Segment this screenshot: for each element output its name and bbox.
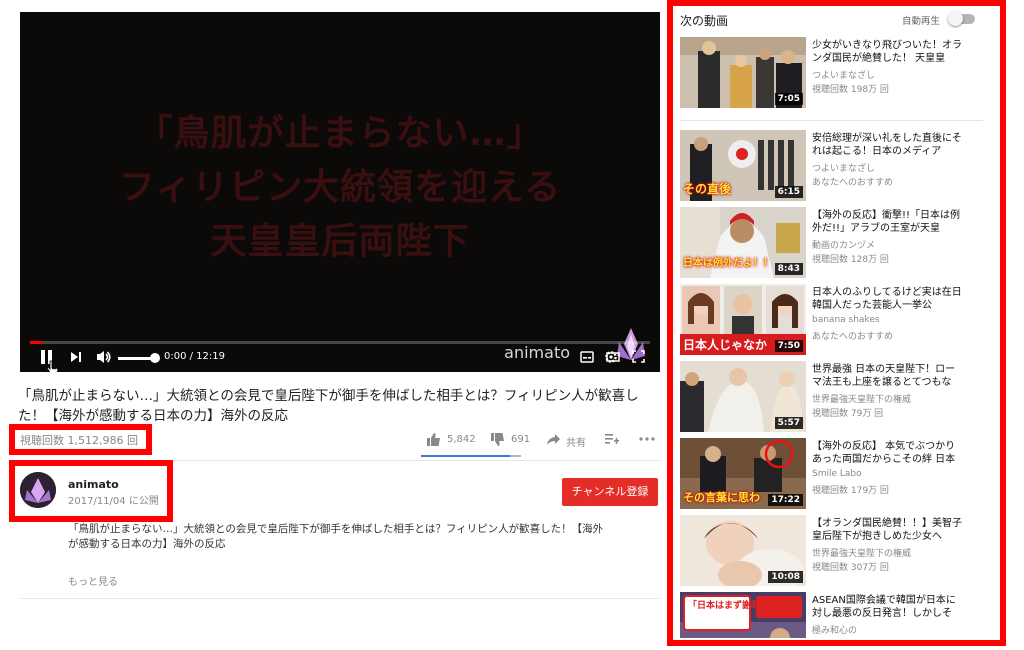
recommended-video[interactable]: その直後 6:15 安倍総理が深い礼をした直後にそれは起こる！日本のメディア つ… bbox=[680, 130, 985, 202]
video-player[interactable]: 「鳥肌が止まらない…」 フィリピン大統領を迎える 天皇皇后両陛下 animato… bbox=[20, 12, 660, 372]
video-duration: 7:05 bbox=[774, 93, 803, 105]
volume-knob[interactable] bbox=[150, 353, 160, 363]
video-title[interactable]: 【海外の反応】衝撃!!「日本は例外だ!!」アラブの王室が天皇 bbox=[812, 209, 964, 235]
video-channel: つよいまなざし bbox=[812, 71, 876, 81]
video-channel: 世界最強天皇陛下の権威 bbox=[812, 395, 912, 405]
subtitles-icon[interactable] bbox=[580, 351, 594, 363]
thumbnail-caption: その直後 bbox=[683, 182, 732, 196]
video-title[interactable]: 少女がいきなり飛びついた！オランダ国民が絶賛した！ 天皇皇 bbox=[812, 39, 964, 65]
video-views: あなたへのおすすめ bbox=[812, 332, 894, 342]
player-controls: 0:00 / 12:19 bbox=[20, 344, 660, 372]
video-views: あなたへのおすすめ bbox=[812, 178, 894, 188]
video-duration: 6:15 bbox=[774, 186, 803, 198]
video-thumbnail[interactable]: 5:57 bbox=[680, 361, 806, 432]
video-duration: 8:43 bbox=[774, 263, 803, 275]
recommended-video[interactable]: その言葉に思わ 17:22 【海外の反応】 本気でぶつかりあった両国だからこその… bbox=[680, 438, 985, 510]
video-thumbnail[interactable]: その直後 6:15 bbox=[680, 130, 806, 201]
fullscreen-icon[interactable] bbox=[632, 350, 645, 363]
thumbs-down-icon[interactable] bbox=[491, 433, 505, 446]
thumbnail-caption: 日本人じゃなか bbox=[683, 338, 768, 352]
video-duration: 7:50 bbox=[774, 340, 803, 352]
thumbnail-caption: その言葉に思わ bbox=[683, 491, 760, 504]
recommended-video[interactable]: 日本は例外だよ！！ 8:43 【海外の反応】衝撃!!「日本は例外だ!!」アラブの… bbox=[680, 207, 985, 279]
autoplay-toggle-knob[interactable] bbox=[948, 11, 963, 26]
video-title[interactable]: 日本人のふりしてるけど実は在日韓国人だった芸能人一挙公 bbox=[812, 286, 964, 312]
video-views: 視聴回数 307万 回 bbox=[812, 563, 889, 573]
volume-slider[interactable] bbox=[118, 357, 154, 360]
video-channel: 動画のカンヅメ bbox=[812, 241, 876, 251]
thumbnail-caption: 「日本はまず謝罪を…」 bbox=[688, 601, 788, 611]
video-views: 視聴回数 179万 回 bbox=[812, 486, 889, 496]
video-channel: つよいまなざし bbox=[812, 164, 876, 174]
add-to-playlist-icon[interactable] bbox=[605, 433, 619, 446]
video-views: 視聴回数 198万 回 bbox=[812, 85, 889, 95]
recommended-video[interactable]: 5:57 世界最強 日本の天皇陛下！ローマ法王も上座を譲るとてつもな 世界最強天… bbox=[680, 361, 985, 433]
video-thumbnail[interactable]: 7:05 bbox=[680, 37, 806, 108]
dislike-count: 691 bbox=[511, 434, 531, 445]
up-next-heading: 次の動画 bbox=[680, 14, 729, 28]
subscribe-button[interactable]: チャンネル登録 bbox=[562, 478, 658, 506]
cursor-hand-icon bbox=[46, 360, 59, 372]
video-thumbnail[interactable]: 10:08 bbox=[680, 515, 806, 586]
video-title[interactable]: 世界最強 日本の天皇陛下！ローマ法王も上座を譲るとてつもな bbox=[812, 363, 964, 389]
video-title[interactable]: 【オランダ国民絶賛！！】美智子皇后陛下が抱きしめた少女へ bbox=[812, 517, 964, 543]
recommended-video[interactable]: 「日本はまず謝罪を…」 ASEAN国際会議で韓国が日本に対し最悪の反日発言！しか… bbox=[680, 592, 985, 638]
video-duration: 10:08 bbox=[768, 571, 803, 583]
video-title[interactable]: ASEAN国際会議で韓国が日本に対し最悪の反日発言！しかしそ bbox=[812, 594, 964, 620]
share-icon[interactable] bbox=[547, 434, 560, 445]
video-frame-text: 「鳥肌が止まらない…」 フィリピン大統領を迎える 天皇皇后両陛下 bbox=[118, 113, 562, 262]
video-channel: banana shakes bbox=[812, 315, 880, 325]
time-display: 0:00 / 12:19 bbox=[164, 351, 226, 362]
theater-icon[interactable] bbox=[606, 351, 620, 363]
video-description: 「鳥肌が止まらない…」大統領との会見で皇后陛下が御手を伸ばした相手とは？フィリピ… bbox=[68, 523, 604, 550]
video-title[interactable]: 【海外の反応】 本気でぶつかりあった両国だからこその絆 日本 bbox=[812, 440, 964, 466]
video-title[interactable]: 安倍総理が深い礼をした直後にそれは起こる！日本のメディア bbox=[812, 132, 964, 158]
video-thumbnail[interactable]: その言葉に思わ 17:22 bbox=[680, 438, 806, 509]
action-bar: 5,842 691 共有 bbox=[425, 432, 660, 450]
video-duration: 17:22 bbox=[768, 494, 803, 506]
like-ratio-fill bbox=[421, 455, 511, 457]
highlight-box-views bbox=[9, 424, 152, 455]
video-channel: 極み和心の bbox=[812, 626, 858, 636]
video-thumbnail[interactable]: 日本は例外だよ！！ 8:43 bbox=[680, 207, 806, 278]
volume-icon[interactable] bbox=[96, 350, 112, 364]
share-label[interactable]: 共有 bbox=[566, 434, 586, 449]
more-actions-icon[interactable] bbox=[639, 437, 655, 441]
highlight-box-channel bbox=[9, 460, 173, 522]
divider bbox=[20, 598, 660, 599]
video-title: 「鳥肌が止まらない…」大統領との会見で皇后陛下が御手を伸ばした相手とは？フィリピ… bbox=[18, 388, 639, 424]
thumbnail-caption: 日本は例外だよ！！ bbox=[683, 258, 773, 269]
next-icon[interactable] bbox=[70, 351, 82, 363]
autoplay-label: 自動再生 bbox=[902, 16, 941, 27]
video-views: 視聴回数 79万 回 bbox=[812, 409, 884, 419]
recommended-video[interactable]: 日本人じゃなか 7:50 日本人のふりしてるけど実は在日韓国人だった芸能人一挙公… bbox=[680, 284, 985, 356]
like-count: 5,842 bbox=[447, 434, 476, 445]
video-views: 視聴回数 128万 回 bbox=[812, 255, 889, 265]
video-thumbnail[interactable]: 「日本はまず謝罪を…」 bbox=[680, 592, 806, 638]
divider bbox=[680, 120, 983, 121]
recommended-video[interactable]: 10:08 【オランダ国民絶賛！！】美智子皇后陛下が抱きしめた少女へ 世界最強天… bbox=[680, 515, 985, 587]
recommended-video[interactable]: 7:05 少女がいきなり飛びついた！オランダ国民が絶賛した！ 天皇皇 つよいまな… bbox=[680, 37, 985, 109]
video-channel: 世界最強天皇陛下の権威 bbox=[812, 549, 912, 559]
thumbs-up-icon[interactable] bbox=[427, 433, 441, 446]
show-more-link[interactable]: もっと見る bbox=[68, 573, 118, 588]
video-duration: 5:57 bbox=[774, 417, 803, 429]
like-ratio-bar bbox=[421, 455, 521, 457]
video-channel: Smile Labo bbox=[812, 469, 862, 479]
video-thumbnail[interactable]: 日本人じゃなか 7:50 bbox=[680, 284, 806, 355]
